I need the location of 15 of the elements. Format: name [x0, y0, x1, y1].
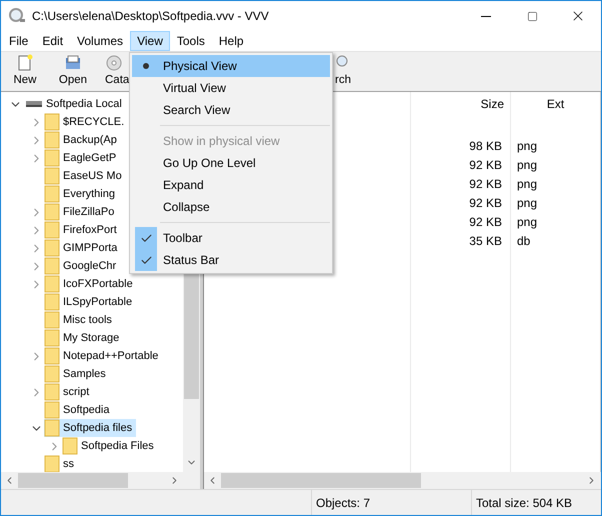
table-cell-text: png [516, 194, 538, 212]
table-cell-text: 92 KB [468, 156, 503, 174]
table-cell-text: 92 KB [468, 214, 503, 230]
status-text: Total size: 504 KB [471, 490, 572, 515]
status-text: Objects: 7 [311, 490, 471, 515]
table-cell-text: 35 KB [468, 232, 503, 250]
table-cell-text: 98 KB [468, 138, 503, 154]
window-title: C:\Users\elena\Desktop\Softpedia.vvv - VVV [32, 8, 269, 25]
table-cell-text: png [516, 214, 538, 230]
table-cell-text: png [516, 138, 538, 154]
table-cell-text: png [516, 156, 538, 174]
table-cell-text: 92 KB [468, 194, 503, 212]
table-cell-text: db [516, 232, 532, 250]
table-cell-text: 92 KB [468, 176, 503, 192]
table-cell-text: png [516, 176, 538, 192]
